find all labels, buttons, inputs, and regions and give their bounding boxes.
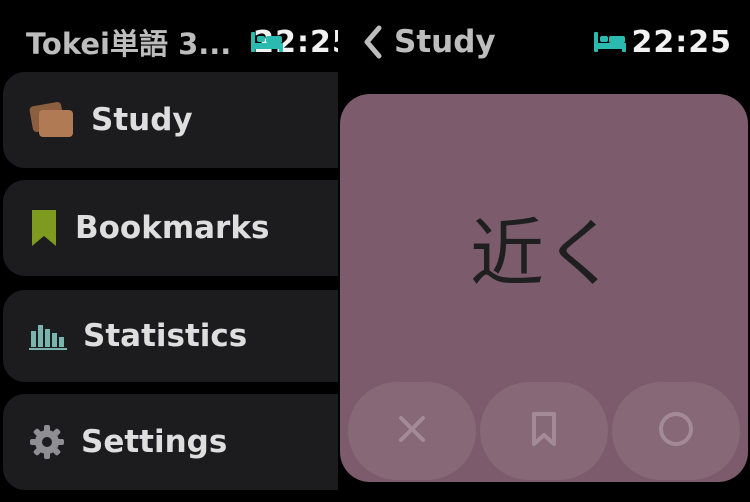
mark-correct-button[interactable] (612, 382, 740, 480)
bookmark-icon (31, 209, 57, 247)
menu-item-label: Study (91, 102, 193, 138)
sleep-mode-icon (592, 30, 628, 54)
back-chevron-icon[interactable] (362, 25, 384, 59)
bar-chart-icon (29, 321, 69, 351)
study-pane: Study 22:25 近く (338, 0, 750, 502)
menu-item-bookmarks[interactable]: Bookmarks (3, 180, 338, 276)
menu-item-label: Bookmarks (75, 210, 270, 246)
bookmark-button[interactable] (480, 382, 608, 480)
mark-wrong-button[interactable] (348, 382, 476, 480)
menu-item-label: Settings (81, 424, 228, 460)
flashcard-word: 近く (470, 211, 618, 297)
menu-pane: Tokei単語 3... 22:25 Study Bookm (0, 0, 338, 502)
bookmark-outline-icon (531, 411, 557, 451)
menu-item-settings[interactable]: Settings (3, 394, 338, 490)
status-clock: 22:25 (592, 25, 733, 60)
menu-item-statistics[interactable]: Statistics (3, 290, 338, 382)
x-icon (397, 414, 427, 448)
nav-title[interactable]: Study (394, 24, 496, 60)
gear-icon (29, 424, 65, 460)
flashcard[interactable]: 近く (340, 94, 748, 482)
app-title: Tokei単語 3... (26, 27, 232, 61)
status-time: 22:25 (631, 24, 732, 60)
circle-icon (658, 411, 694, 451)
cards-icon (29, 100, 75, 140)
menu-item-label: Statistics (83, 318, 248, 354)
status-bar: Tokei単語 3... 22:25 (26, 22, 338, 62)
menu-item-study[interactable]: Study (3, 72, 338, 168)
status-bar: Study 22:25 (362, 22, 732, 62)
